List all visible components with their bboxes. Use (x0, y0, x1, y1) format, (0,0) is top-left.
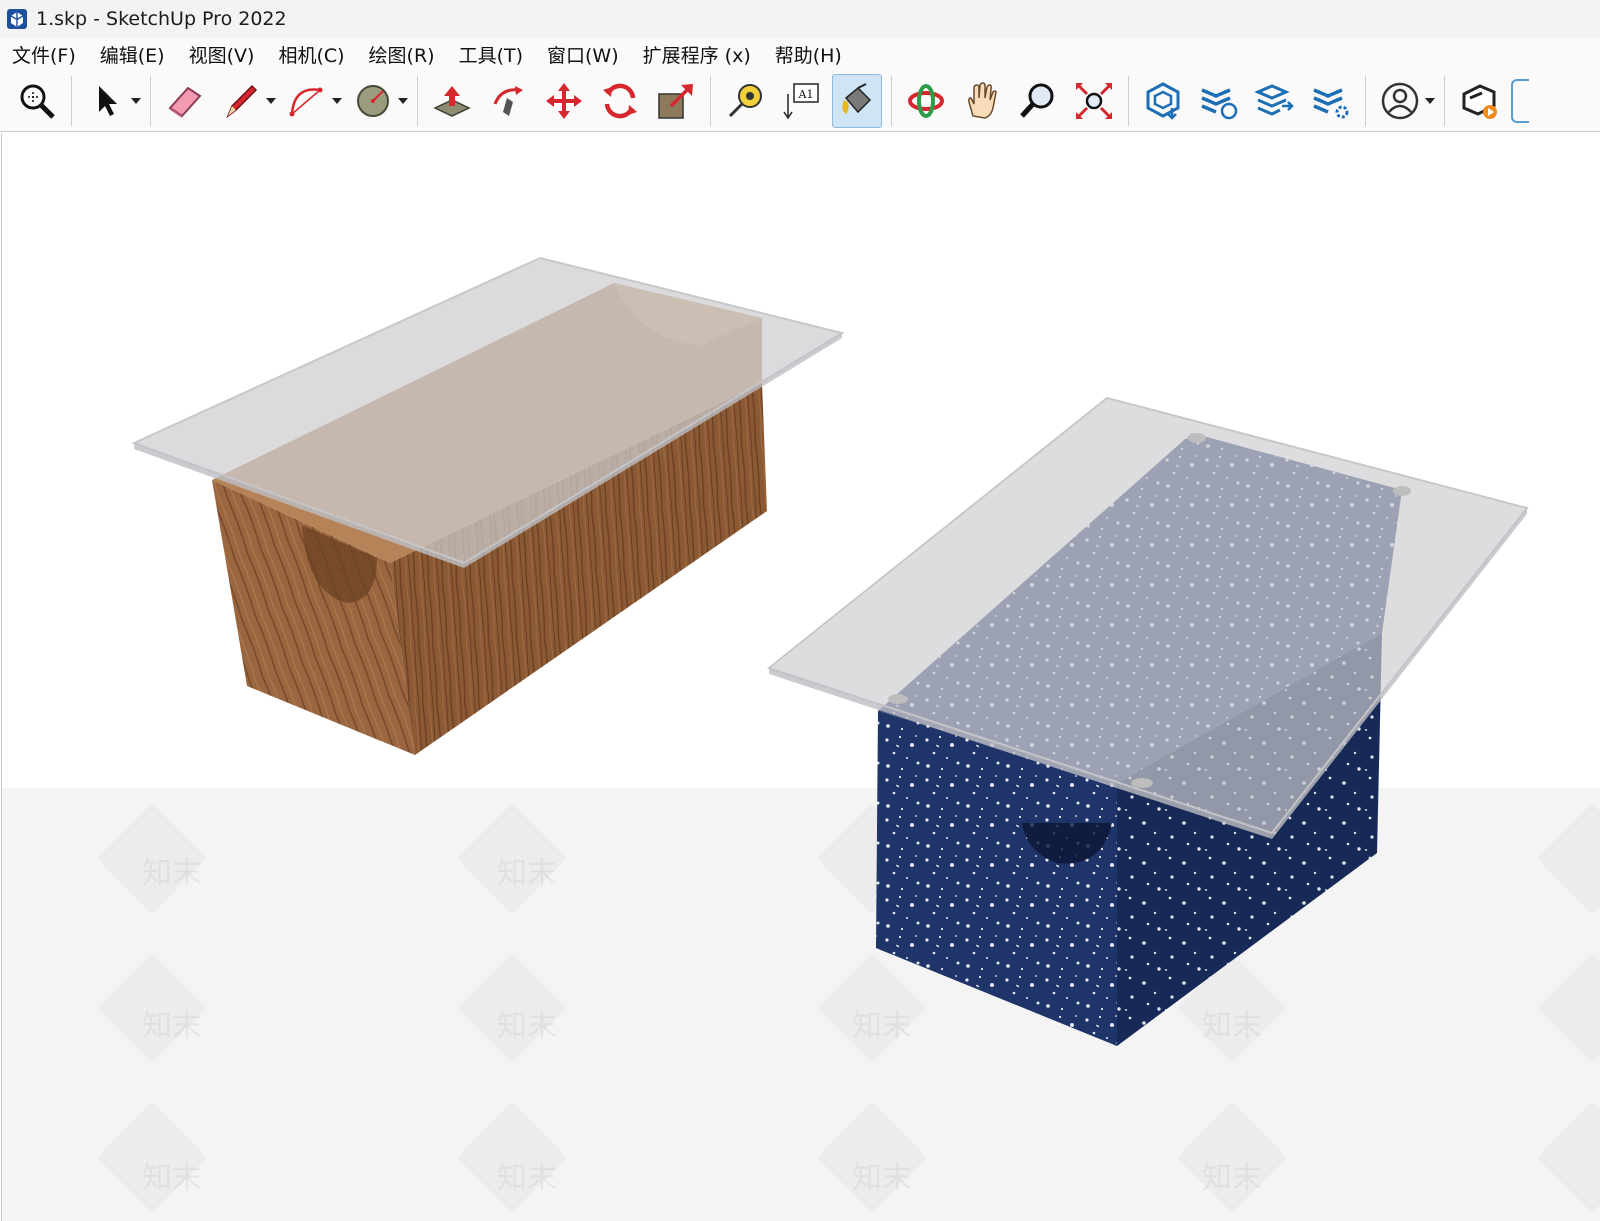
menu-camera[interactable]: 相机(C) (266, 41, 356, 68)
eraser-icon (168, 86, 202, 118)
shape-dropdown[interactable] (397, 74, 409, 128)
trimble-connect-icon (1462, 83, 1497, 119)
glass-standoff (1393, 486, 1411, 496)
main-toolbar: A1 (0, 70, 1600, 132)
scale-button[interactable] (651, 74, 701, 128)
select-arrow-icon (99, 85, 117, 116)
select-dropdown[interactable] (130, 74, 142, 128)
arc-icon (289, 87, 323, 116)
tape-measure-icon (728, 83, 762, 117)
zoom-window-icon (20, 84, 55, 119)
chevron-down-icon (398, 97, 408, 104)
toolbar-separator (891, 75, 892, 126)
3d-warehouse-icon (1146, 81, 1180, 120)
zoom-extents-icon (1075, 82, 1113, 119)
scene-canvas (2, 256, 1600, 1221)
move-button[interactable] (539, 74, 589, 128)
layout-send-icon (1254, 83, 1294, 116)
text-label-icon: A1 (783, 82, 819, 119)
follow-me-button[interactable] (483, 74, 533, 128)
3d-warehouse-button[interactable] (1138, 74, 1188, 128)
window-title: 1.skp - SketchUp Pro 2022 (36, 8, 287, 30)
pan-button[interactable] (957, 74, 1007, 128)
orbit-button[interactable] (901, 74, 951, 128)
tape-measure-button[interactable] (720, 74, 770, 128)
chevron-down-icon (1425, 97, 1435, 104)
zoom-extents-button[interactable] (1069, 74, 1119, 128)
menu-help[interactable]: 帮助(H) (763, 41, 854, 68)
text-button[interactable]: A1 (776, 74, 826, 128)
layout-send-button[interactable] (1250, 74, 1300, 128)
extension-warehouse-icon (1201, 87, 1238, 119)
eraser-button[interactable] (160, 74, 210, 128)
push-pull-icon (433, 85, 471, 117)
move-icon (546, 82, 582, 119)
sketchup-logo-icon (7, 9, 27, 29)
toolbar-separator (71, 75, 72, 126)
chevron-down-icon (332, 97, 342, 104)
extension-manager-button[interactable] (1306, 74, 1356, 128)
text-tool-label: A1 (798, 88, 814, 101)
rotate-icon (603, 83, 637, 118)
toolbar-separator (1365, 75, 1366, 126)
wood-table[interactable] (131, 256, 845, 755)
menu-view[interactable]: 视图(V) (177, 41, 267, 68)
account-user-icon (1381, 82, 1419, 119)
orbit-icon (908, 83, 944, 118)
toolbar-separator (1128, 75, 1129, 126)
drawing-viewport[interactable]: 知末 知末 知末 知末 知末 知末 知末 知末 知末 知末 (1, 133, 1600, 1221)
push-pull-button[interactable] (427, 74, 477, 128)
trimble-connect-button[interactable] (1454, 74, 1504, 128)
line-dropdown[interactable] (265, 74, 277, 128)
zoom-window-button[interactable] (12, 74, 62, 128)
toolbar-separator (150, 75, 151, 126)
arc-button[interactable] (282, 74, 332, 128)
glass-standoff (1188, 433, 1206, 443)
shape-button[interactable] (348, 74, 398, 128)
toolbar-separator (417, 75, 418, 126)
extension-warehouse-button[interactable] (1194, 74, 1244, 128)
menu-file[interactable]: 文件(F) (0, 41, 88, 68)
pan-hand-icon (968, 81, 997, 119)
toolbar-separator (1444, 75, 1445, 126)
follow-me-icon (493, 85, 523, 116)
select-button[interactable] (81, 74, 131, 128)
chevron-down-icon (266, 97, 276, 104)
arc-dropdown[interactable] (331, 74, 343, 128)
scale-icon (658, 83, 693, 119)
toolbar-separator (710, 75, 711, 126)
menu-edit[interactable]: 编辑(E) (88, 41, 177, 68)
menu-tools[interactable]: 工具(T) (447, 41, 535, 68)
glass-standoff (888, 694, 908, 704)
line-button[interactable] (216, 74, 266, 128)
circle-icon (357, 84, 389, 117)
zoom-magnifier-icon (1020, 83, 1054, 118)
zoom-button[interactable] (1013, 74, 1063, 128)
menu-window[interactable]: 窗口(W) (535, 41, 631, 68)
menu-extensions[interactable]: 扩展程序 (x) (631, 41, 763, 68)
title-bar: 1.skp - SketchUp Pro 2022 (0, 0, 1600, 38)
panel-toggle[interactable] (1511, 78, 1529, 123)
account-dropdown[interactable] (1424, 74, 1436, 128)
pencil-line-icon (226, 84, 258, 118)
menu-draw[interactable]: 绘图(R) (357, 41, 447, 68)
chevron-down-icon (131, 97, 141, 104)
account-button[interactable] (1375, 74, 1425, 128)
paint-bucket-button[interactable] (832, 73, 882, 128)
menu-bar: 文件(F) 编辑(E) 视图(V) 相机(C) 绘图(R) 工具(T) 窗口(W… (0, 38, 1600, 70)
rotate-button[interactable] (595, 74, 645, 128)
glass-standoff (1131, 778, 1153, 788)
extension-manager-icon (1313, 87, 1349, 118)
paint-bucket-icon (842, 82, 872, 114)
